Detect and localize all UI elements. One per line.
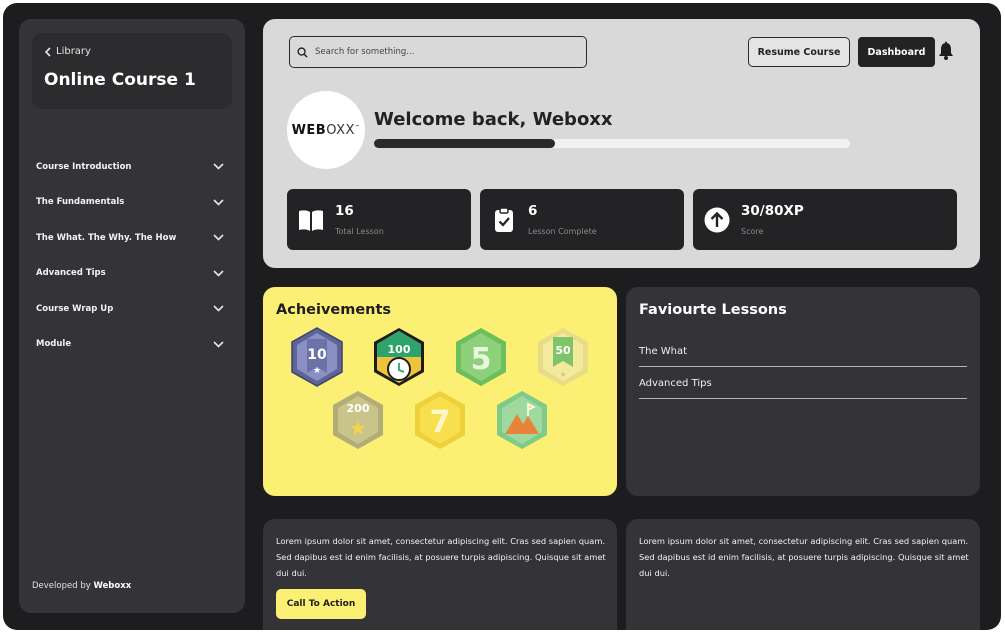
- sidebar-item-label: The What. The Why. The How: [36, 232, 177, 243]
- badge-200-icon[interactable]: 200 ★: [331, 390, 385, 450]
- stat-label: Score: [741, 227, 764, 236]
- chevron-down-icon: [213, 305, 224, 312]
- chevron-down-icon: [213, 163, 224, 170]
- credit-prefix: Developed by: [32, 581, 91, 591]
- dashboard-header-panel: Resume Course Dashboard WEBOXX™ Welcome …: [263, 19, 980, 268]
- book-icon: [299, 210, 323, 231]
- stat-value: 16: [335, 203, 354, 219]
- sidebar-item-course-wrap-up[interactable]: Course Wrap Up: [36, 291, 226, 327]
- course-title: Online Course 1: [44, 70, 196, 90]
- list-item[interactable]: Advanced Tips: [639, 367, 967, 399]
- favourite-lessons-title: Faviourte Lessons: [639, 302, 787, 318]
- achievements-title: Acheivements: [276, 302, 392, 318]
- logo-tm: ™: [354, 124, 361, 131]
- card-body-text: Lorem ipsum dolor sit amet, consectetur …: [276, 536, 606, 578]
- sidebar-header: Library Online Course 1: [32, 33, 232, 109]
- svg-text:★: ★: [349, 416, 367, 440]
- sidebar-item-label: Course Introduction: [36, 161, 132, 172]
- achievements-panel: Acheivements 10 ★ 100 5 50 ★ 200 ★ 7: [263, 287, 617, 496]
- chevron-down-icon: [213, 199, 224, 206]
- sidebar-item-module[interactable]: Module: [36, 327, 226, 363]
- badge-text: 50: [555, 344, 571, 357]
- card-body-text: Lorem ipsum dolor sit amet, consectetur …: [639, 536, 969, 578]
- svg-text:★: ★: [559, 370, 566, 379]
- sidebar-item-advanced-tips[interactable]: Advanced Tips: [36, 256, 226, 292]
- badge-text: 200: [347, 402, 370, 415]
- logo-main: WEB: [291, 122, 327, 138]
- sidebar-item-label: The Fundamentals: [36, 197, 125, 208]
- badge-7-icon[interactable]: 7: [413, 390, 467, 450]
- badge-50-icon[interactable]: 50 ★: [536, 327, 590, 387]
- sidebar-item-label: Course Wrap Up: [36, 303, 114, 314]
- search-icon: [297, 46, 308, 58]
- resume-course-button[interactable]: Resume Course: [748, 37, 850, 67]
- search-input[interactable]: [315, 47, 575, 57]
- developer-credit: Developed by Weboxx: [32, 581, 131, 591]
- sidebar-item-the-fundamentals[interactable]: The Fundamentals: [36, 185, 226, 221]
- stat-total-lesson: 16 Total Lesson: [287, 189, 471, 250]
- stat-value: 6: [528, 203, 538, 219]
- stat-label: Lesson Complete: [528, 227, 597, 236]
- stat-label: Total Lesson: [335, 227, 384, 236]
- sidebar: Library Online Course 1 Course Introduct…: [19, 19, 245, 613]
- badge-100-icon[interactable]: 100: [372, 327, 426, 387]
- weboxx-logo: WEBOXX™: [292, 123, 361, 138]
- info-card-right: Lorem ipsum dolor sit amet, consectetur …: [626, 519, 980, 630]
- list-item[interactable]: The What: [639, 335, 967, 367]
- stat-score: 30/80XP Score: [693, 189, 957, 250]
- chevron-down-icon: [213, 270, 224, 277]
- badge-5-icon[interactable]: 5: [454, 327, 508, 387]
- credit-name: Weboxx: [93, 581, 132, 591]
- badge-text: 10: [307, 347, 327, 363]
- app-window: Library Online Course 1 Course Introduct…: [3, 3, 1001, 630]
- stat-lesson-complete: 6 Lesson Complete: [480, 189, 684, 250]
- back-to-library-link[interactable]: Library: [44, 46, 91, 57]
- favourite-lessons-list: The What Advanced Tips: [639, 335, 967, 399]
- search-box[interactable]: [289, 36, 587, 68]
- sidebar-item-course-introduction[interactable]: Course Introduction: [36, 149, 226, 185]
- badge-mountain-icon[interactable]: [495, 390, 549, 450]
- badge-text: 5: [471, 342, 492, 377]
- sidebar-item-what-why-how[interactable]: The What. The Why. The How: [36, 220, 226, 256]
- call-to-action-button[interactable]: Call To Action: [276, 589, 366, 619]
- badge-10-icon[interactable]: 10 ★: [290, 327, 344, 387]
- chevron-left-icon: [44, 46, 51, 57]
- sidebar-item-label: Module: [36, 339, 72, 350]
- badge-text: 7: [430, 405, 451, 440]
- info-card-left: Lorem ipsum dolor sit amet, consectetur …: [263, 519, 617, 630]
- sidebar-menu: Course Introduction The Fundamentals The…: [36, 149, 226, 362]
- arrow-up-circle-icon: [704, 207, 730, 233]
- chevron-down-icon: [213, 341, 224, 348]
- welcome-heading: Welcome back, Weboxx: [374, 109, 613, 130]
- sidebar-item-label: Advanced Tips: [36, 268, 106, 279]
- bell-icon[interactable]: [937, 41, 955, 61]
- avatar: WEBOXX™: [287, 91, 365, 169]
- course-progress-bar: [374, 139, 850, 148]
- back-link-label: Library: [56, 46, 91, 57]
- badge-text: 100: [388, 343, 411, 356]
- svg-text:★: ★: [313, 366, 321, 376]
- favourite-lessons-panel: Faviourte Lessons The What Advanced Tips: [626, 287, 980, 496]
- chevron-down-icon: [213, 234, 224, 241]
- course-progress-fill: [374, 139, 555, 148]
- dashboard-button[interactable]: Dashboard: [858, 37, 935, 67]
- clipboard-check-icon: [495, 207, 513, 232]
- logo-tail: OXX: [326, 122, 355, 138]
- stat-value: 30/80XP: [741, 203, 804, 219]
